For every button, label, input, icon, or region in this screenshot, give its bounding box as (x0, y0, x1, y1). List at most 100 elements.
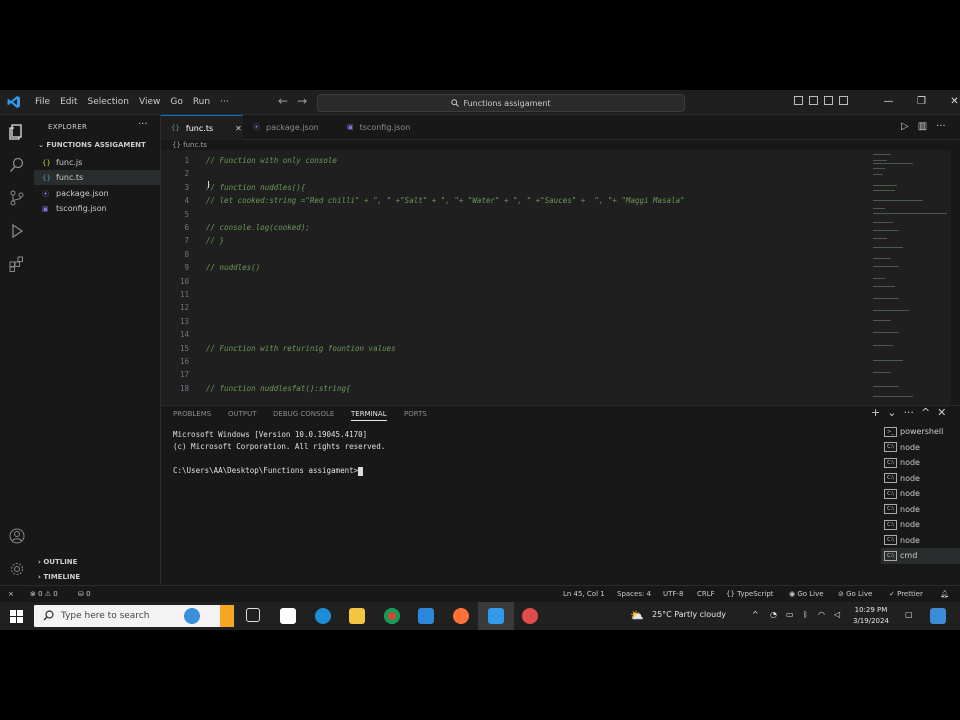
prettier-status[interactable]: ✓ Prettier (889, 590, 923, 598)
code-editor[interactable]: 1 // Function with only console 2 3 // fun… (161, 150, 871, 405)
source-control-icon[interactable] (9, 190, 25, 206)
menu-go[interactable]: Go (165, 90, 187, 114)
clock[interactable]: 10:29 PM 3/19/2024 (853, 605, 889, 627)
encoding-status[interactable]: UTF-8 (663, 590, 683, 598)
run-debug-icon[interactable] (9, 223, 25, 239)
toggle-panel-icon[interactable] (809, 96, 818, 105)
terminal-item-node[interactable]: C:\ node (881, 517, 960, 533)
terminal-item-node[interactable]: C:\ node (881, 486, 960, 502)
golive-status-1[interactable]: ◉ Go Live (789, 590, 824, 598)
account-icon[interactable] (9, 528, 25, 544)
windows-start-icon[interactable] (10, 610, 23, 623)
chrome-icon[interactable] (384, 608, 400, 624)
app-tray-icon[interactable] (930, 608, 946, 624)
language-status[interactable]: {} TypeScript (726, 590, 774, 598)
more-actions-icon[interactable]: ··· (936, 121, 946, 132)
command-center[interactable]: Functions assigament (317, 94, 685, 112)
timeline-section[interactable]: › TIMELINE (38, 573, 80, 581)
file-explorer-icon[interactable] (349, 608, 365, 624)
remote-icon[interactable]: ⨯ (8, 590, 14, 598)
close-icon[interactable]: ✕ (938, 90, 960, 114)
explorer-more-button[interactable]: ··· (138, 119, 148, 130)
golive-status-2[interactable]: ⊘ Go Live (838, 590, 872, 598)
back-arrow-icon[interactable]: ← (278, 94, 288, 108)
eol-status[interactable]: CRLF (697, 590, 715, 598)
firefox-icon[interactable] (453, 608, 469, 624)
menu-edit[interactable]: Edit (55, 90, 82, 114)
vscode-taskbar-icon[interactable] (488, 608, 504, 624)
terminal-item-powershell[interactable]: >_ powershell (881, 424, 960, 440)
chevron-down-icon[interactable]: ⌄ (887, 406, 896, 419)
run-icon[interactable]: ▷ (901, 121, 909, 132)
more-actions-icon[interactable]: ··· (903, 406, 914, 419)
wifi-icon[interactable]: ◠ (818, 610, 825, 619)
tab-output[interactable]: OUTPUT (228, 410, 257, 418)
new-terminal-icon[interactable]: + (871, 406, 880, 419)
terminal-item-node[interactable]: C:\ node (881, 502, 960, 518)
file-item-package-json[interactable]: ⦿ package.json (34, 186, 160, 201)
search-highlight-icon (220, 605, 234, 627)
explorer-icon[interactable] (9, 124, 25, 140)
close-panel-icon[interactable]: ✕ (937, 406, 946, 419)
network-icon[interactable]: ◔ (770, 610, 777, 619)
file-item-func-js[interactable]: {} func.js (34, 155, 160, 170)
recorder-icon[interactable] (522, 608, 538, 624)
clock-date: 3/19/2024 (853, 617, 889, 625)
tab-terminal[interactable]: TERMINAL (351, 410, 387, 421)
split-editor-icon[interactable]: ▥ (918, 121, 927, 132)
indentation-status[interactable]: Spaces: 4 (617, 590, 651, 598)
extensions-icon[interactable] (9, 256, 25, 272)
menu-more[interactable]: ··· (215, 90, 234, 114)
tab-debug-console[interactable]: DEBUG CONSOLE (273, 410, 334, 418)
tab-ports[interactable]: PORTS (404, 410, 427, 418)
terminal-prompt[interactable]: C:\Users\AA\Desktop\Functions assigament… (173, 466, 364, 476)
menu-run[interactable]: Run (188, 90, 215, 114)
maximize-panel-icon[interactable]: ^ (921, 406, 930, 419)
outline-section[interactable]: › OUTLINE (38, 558, 77, 566)
forward-arrow-icon[interactable]: → (297, 94, 307, 108)
folder-header[interactable]: ⌄ FUNCTIONS ASSIGAMENT (38, 141, 146, 149)
restore-icon[interactable]: ❐ (905, 90, 938, 114)
mail-icon[interactable] (418, 608, 434, 624)
chevron-up-icon[interactable]: ^ (752, 610, 759, 619)
minimap[interactable] (871, 150, 951, 405)
terminal-item-node[interactable]: C:\ node (881, 440, 960, 456)
volume-icon[interactable]: ◁ (834, 610, 840, 619)
breadcrumb[interactable]: {} func.ts (172, 141, 207, 149)
customize-layout-icon[interactable] (839, 96, 848, 105)
problems-status[interactable]: ⊗ 0 ⚠ 0 (30, 590, 58, 598)
tab-problems[interactable]: PROBLEMS (173, 410, 211, 418)
file-item-func-ts[interactable]: {} func.ts (34, 170, 160, 185)
tab-package-json[interactable]: ⦿ package.json (249, 115, 337, 139)
terminal-item-node[interactable]: C:\ node (881, 533, 960, 549)
minimize-icon[interactable]: — (872, 90, 905, 114)
store-icon[interactable] (280, 608, 296, 624)
menu-selection[interactable]: Selection (83, 90, 134, 114)
toggle-sidebar-icon[interactable] (794, 96, 803, 105)
tab-tsconfig-json[interactable]: ▣ tsconfig.json (343, 115, 431, 139)
menu-view[interactable]: View (134, 90, 165, 114)
weather-status[interactable]: 25°C Partly cloudy (652, 610, 726, 619)
taskbar-search[interactable]: Type here to search (34, 605, 234, 627)
file-item-tsconfig-json[interactable]: ▣ tsconfig.json (34, 201, 160, 216)
text-cursor-icon: I (207, 180, 210, 191)
menu-file[interactable]: File (30, 90, 55, 114)
notification-icon[interactable]: ▢ (905, 610, 913, 619)
tab-func-ts[interactable]: {} func.ts ✕ (161, 115, 243, 140)
task-view-icon[interactable] (246, 608, 260, 622)
line-number: 2 (184, 169, 189, 179)
cursor-position[interactable]: Ln 45, Col 1 (563, 590, 605, 598)
terminal-item-node[interactable]: C:\ node (881, 471, 960, 487)
terminal-line: Microsoft Windows [Version 10.0.19045.41… (173, 430, 368, 439)
close-icon[interactable]: ✕ (235, 124, 242, 133)
edge-icon[interactable] (315, 608, 331, 624)
battery-icon[interactable]: ▭ (786, 610, 794, 619)
terminal-item-cmd[interactable]: C:\ cmd (881, 548, 960, 564)
bell-icon[interactable]: 🔔︎ (940, 590, 949, 598)
terminal-item-node[interactable]: C:\ node (881, 455, 960, 471)
bluetooth-icon[interactable]: ᛒ (803, 610, 808, 619)
toggle-secondary-sidebar-icon[interactable] (824, 96, 833, 105)
gear-icon[interactable] (9, 561, 25, 577)
search-icon[interactable] (9, 157, 25, 173)
ports-status[interactable]: ⛁ 0 (78, 590, 91, 598)
